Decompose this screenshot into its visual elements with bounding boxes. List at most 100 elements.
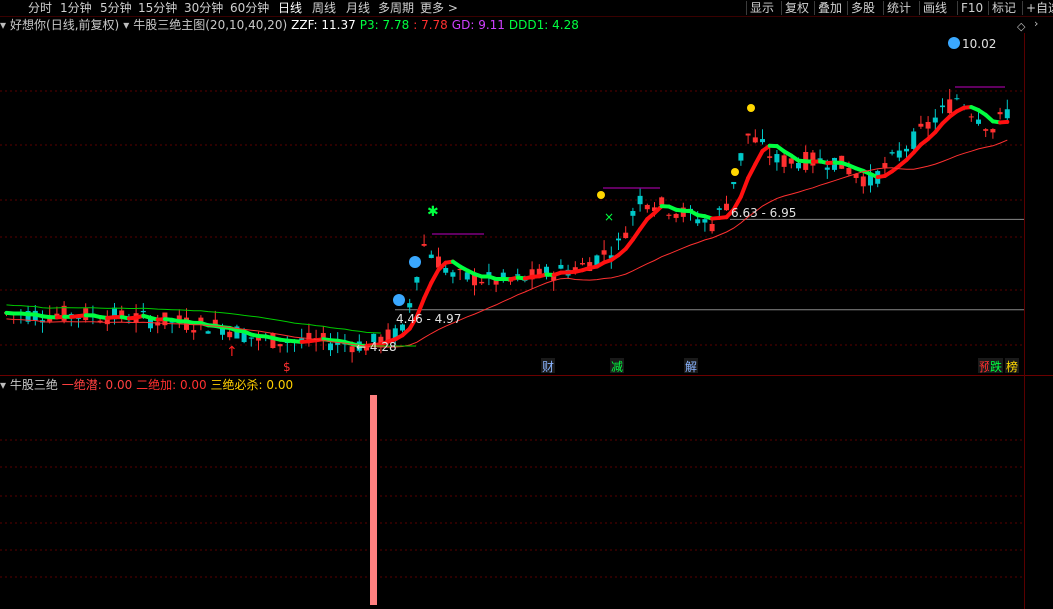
toolbar-separator [781,1,782,15]
toolbar-item-7[interactable]: 周线 [312,0,336,16]
toolbar-right-item-0[interactable]: 显示 [750,0,774,16]
toolbar-item-9[interactable]: 多周期 [378,0,414,16]
candle-body [450,272,456,277]
candle-body [702,219,708,223]
sub-indicator-title[interactable]: 牛股三绝 [10,378,58,392]
candle-body [824,167,830,170]
candle-body [349,346,355,353]
trend-ma-segment [753,148,765,167]
toolbar-separator [919,1,920,15]
main-candlestick-chart[interactable]: ✱ ×↑ ↑10.024.46 - 4.976.63 - 6.95← 4.28$ 财减… [0,33,1024,375]
blue-ball-marker [393,294,405,306]
candle-body [205,331,211,334]
candle-body [997,112,1003,115]
toolbar-right-item-4[interactable]: 统计 [887,0,911,16]
candle-body [328,343,333,351]
toolbar-item-3[interactable]: 15分钟 [138,0,177,16]
toolbar-item-0[interactable]: 分时 [28,0,52,16]
candle-body [630,211,636,216]
trend-ma-segment [422,280,434,301]
candle-body [860,176,866,187]
candle-body [479,281,485,284]
candle-body [846,168,852,175]
candle-body [745,133,751,136]
toolbar-right-item-5[interactable]: 画线 [923,0,947,16]
toolbar-separator [1022,1,1023,15]
candle-body [580,263,585,265]
toolbar-item-1[interactable]: 1分钟 [60,0,92,16]
candle-body [515,274,521,276]
candle-body [904,148,909,152]
candle-body [191,330,197,333]
candle-body [990,129,996,133]
indicator-info-bar: ▾ 好想你(日线,前复权) ▾ 牛股三绝主图(20,10,40,20) ZZF: 11.… [0,17,583,33]
candle-body [724,203,729,211]
blue-ball-marker [948,37,960,49]
green-x-marker: × [604,210,614,224]
p3-value: P3: 7.78 [359,18,410,32]
period-toolbar: 分时 1分钟 5分钟 15分钟 30分钟 60分钟 日线 周线 月线 多周期 更多 > 显示 复权 叠加多… [0,0,1053,17]
candle-body [623,232,629,239]
toolbar-item-4[interactable]: 30分钟 [184,0,223,16]
toolbar-item-6[interactable]: 日线 [278,0,302,16]
toolbar-item-2[interactable]: 5分钟 [100,0,132,16]
candle-body [248,337,254,339]
toolbar-right-item-7[interactable]: 标记 [992,0,1016,16]
pane-divider[interactable] [0,375,1053,376]
toolbar-item-8[interactable]: 月线 [346,0,370,16]
candle-body [882,163,888,168]
toolbar-separator [957,1,958,15]
red-up-arrow: ↑ [226,344,238,360]
candle-body [796,163,801,169]
candle-body [140,310,146,313]
candle-body [601,250,607,255]
candle-body [558,264,564,269]
range-label-1: 4.46 - 4.97 [396,312,461,326]
toolbar-item-5[interactable]: 60分钟 [230,0,269,16]
candle-body [954,98,960,100]
toolbar-item-10[interactable]: 更多 > [420,0,458,16]
event-marker: 财 [542,360,554,374]
trend-ma-segment [738,176,751,199]
candle-body [752,137,758,143]
candle-body [781,155,787,167]
diamond-icon[interactable]: ◇ [1017,20,1025,33]
p3b-value: : 7.78 [413,18,448,32]
signal-bar [370,395,377,605]
indicator-name[interactable]: 牛股三绝主图(20,10,40,20) [133,18,287,32]
candle-body [889,152,895,154]
trend-ma-segment [998,119,1010,125]
sub-collapse-icon[interactable]: ▾ [0,378,6,392]
toolbar-right-item-8[interactable]: +自选 [1026,0,1053,16]
candle-body [925,121,931,129]
candle-body [810,152,816,166]
candle-body [1004,109,1010,119]
sub-indicator-chart[interactable] [0,393,1024,609]
toolbar-right-item-2[interactable]: 叠加 [818,0,842,16]
toolbar-right-item-6[interactable]: F10 [961,0,983,16]
chevron-right-icon[interactable]: › [1034,17,1038,30]
green-star-marker: ✱ [427,204,439,220]
low-price-label: ← 4.28 [356,340,397,354]
candle-body [731,181,737,185]
gd-value: GD: 9.11 [451,18,505,32]
candle-body [738,153,744,161]
yellow-dot-marker [597,191,605,199]
event-marker: $ [283,360,291,374]
candle-body [932,117,938,123]
candle-body [227,331,233,338]
yellow-dot-marker [731,168,739,176]
candle-body [760,139,765,143]
yellow-dot-marker [747,104,755,112]
candle-body [918,123,924,127]
toolbar-separator [988,1,989,15]
collapse-icon[interactable]: ▾ [0,18,6,32]
candle-body [428,254,434,258]
sub-indicator-bar: ▾ 牛股三绝 一绝潜: 0.00 二绝加: 0.00 三绝必杀: 0.00 [0,377,293,393]
toolbar-right-item-1[interactable]: 复权 [785,0,809,16]
indicator-collapse-icon[interactable]: ▾ [123,18,129,32]
sub-value-3: 三绝必杀: 0.00 [210,378,294,392]
candle-body [644,204,650,210]
candle-body [270,333,276,348]
toolbar-right-item-3[interactable]: 多股 [851,0,875,16]
